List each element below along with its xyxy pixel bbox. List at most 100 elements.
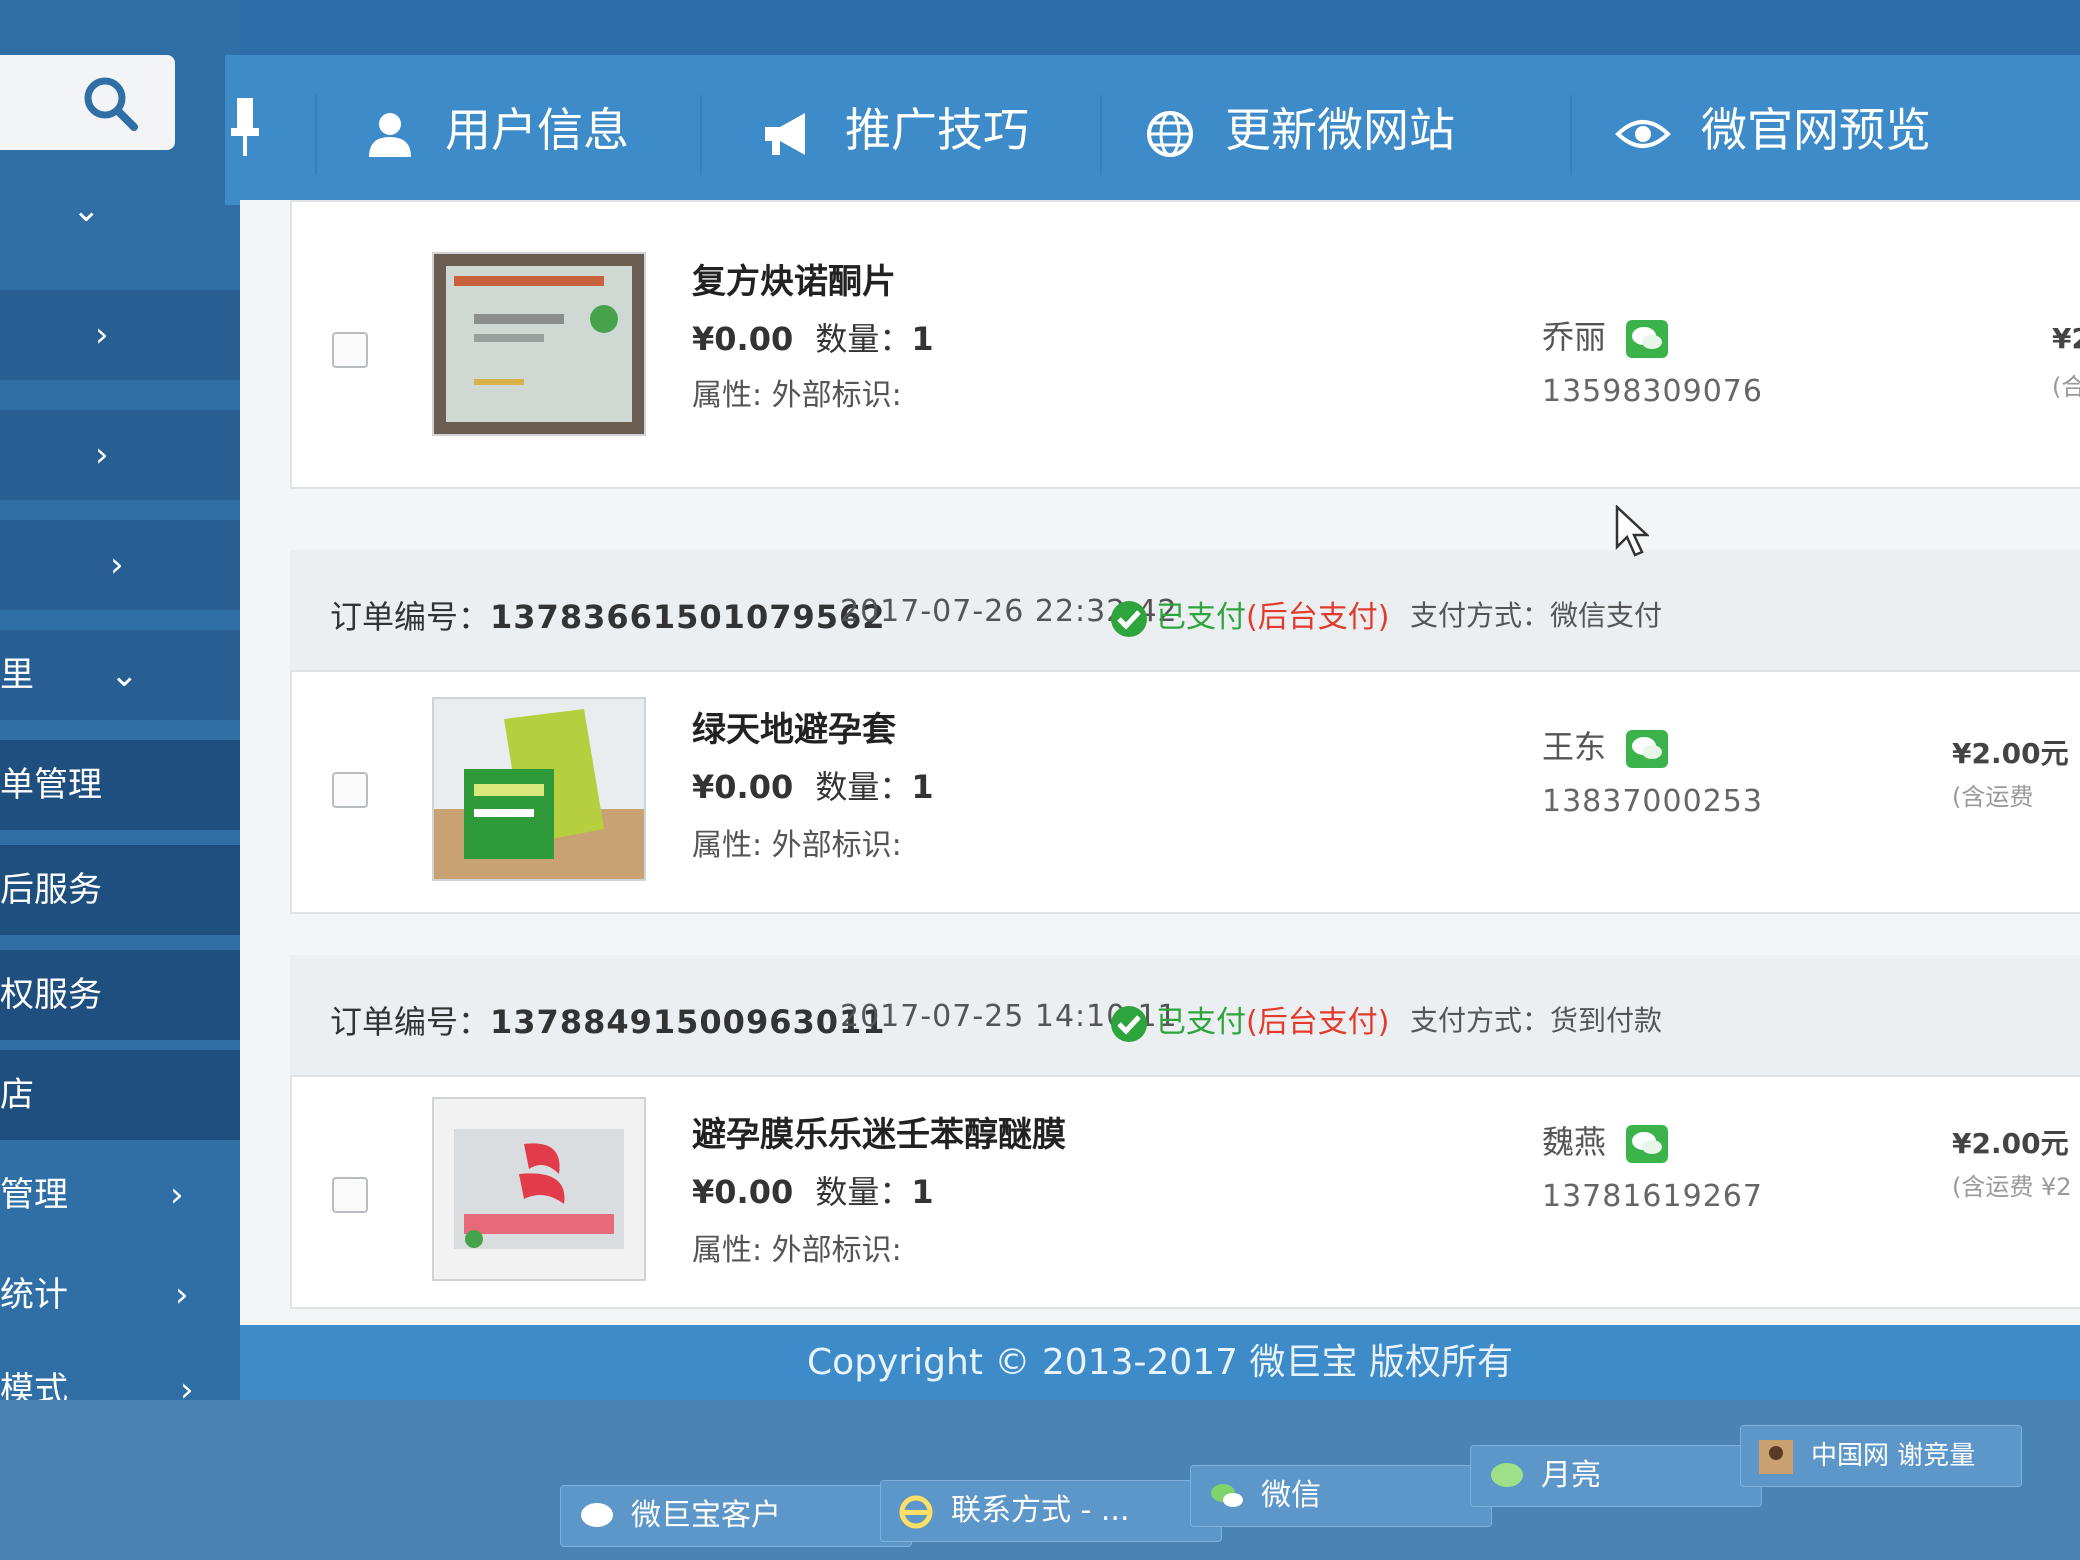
sidebar-item-10[interactable]: 统计 ›: [0, 1250, 240, 1340]
taskbar-item-contact[interactable]: 联系方式 - ...: [880, 1480, 1222, 1542]
pay-method: 支付方式：微信支付: [1410, 599, 1663, 632]
order-id-value: 13783661501079562: [490, 598, 886, 636]
sidebar-item-label: 后服务: [0, 870, 102, 910]
status-paid: 已支付: [1156, 600, 1246, 635]
product-price-qty: ¥0.00 数量：1: [692, 1167, 934, 1213]
taskbar: 微巨宝客户 联系方式 - ... 微信 月亮 中国网 谢竞量: [0, 1400, 2080, 1560]
order-item-row: 复方炔诺酮片 ¥0.00 数量：1 属性: 外部标识: 乔丽 135983090…: [290, 200, 2080, 489]
product-attributes: 属性: 外部标识:: [692, 828, 902, 863]
order-amount-note: (合: [2052, 373, 2080, 401]
order-checkbox[interactable]: [332, 1177, 368, 1213]
wechat-icon[interactable]: [1626, 320, 1669, 358]
sidebar-item-2[interactable]: ›: [0, 410, 240, 500]
order-amount: ¥2: [2052, 322, 2080, 355]
chat-bubble-icon: [581, 1503, 613, 1527]
product-image-icon: [434, 699, 644, 879]
megaphone-icon: [765, 112, 805, 155]
product-thumbnail[interactable]: [432, 252, 646, 436]
product-price: ¥0.00: [692, 320, 794, 358]
pin-icon[interactable]: [225, 93, 265, 163]
sidebar-item-6[interactable]: 后服务: [0, 845, 240, 935]
order-amount-note: (含运费 ¥2: [1952, 1173, 2072, 1201]
product-thumbnail[interactable]: [432, 697, 646, 881]
mouse-cursor-icon: [1615, 505, 1649, 557]
order-header: 订单编号：13783661501079562 2017-07-26 22:32:…: [290, 550, 2080, 670]
sidebar-item-9[interactable]: 管理 ›: [0, 1150, 240, 1240]
product-attributes: 属性: 外部标识:: [692, 378, 902, 413]
order-item-row: 绿天地避孕套 ¥0.00 数量：1 属性: 外部标识: 王东 138370002…: [290, 670, 2080, 914]
buyer-name-wrap: 王东: [1542, 722, 1669, 768]
order-amount: ¥2.00元: [1952, 737, 2069, 770]
search-button[interactable]: [0, 55, 175, 150]
product-qty: 1: [911, 320, 934, 358]
chat-bubble-icon: [1491, 1463, 1523, 1487]
taskbar-label: 微巨宝客户: [631, 1498, 781, 1533]
qty-label: 数量：: [815, 320, 912, 358]
nav-label: 更新微网站: [1225, 103, 1455, 157]
sidebar-item-7[interactable]: 权服务: [0, 950, 240, 1040]
chevron-right-icon: ›: [110, 545, 124, 585]
taskbar-label: 月亮: [1541, 1458, 1601, 1493]
nav-user-info[interactable]: 用户信息: [365, 95, 629, 165]
order-header: 订单编号：13788491500963011 2017-07-25 14:10:…: [290, 955, 2080, 1075]
sidebar-item-4[interactable]: 里 ⌄: [0, 630, 240, 720]
product-name[interactable]: 复方炔诺酮片: [692, 254, 896, 303]
copyright-footer: Copyright © 2013-2017 微巨宝 版权所有: [240, 1325, 2080, 1400]
nav-update-site[interactable]: 更新微网站: [1145, 95, 1455, 165]
sidebar-item-label: 权服务: [0, 975, 102, 1015]
taskbar-item-contact-2[interactable]: 中国网 谢竞量: [1740, 1425, 2022, 1487]
nav-label: 用户信息: [445, 103, 629, 157]
qty-label: 数量：: [815, 768, 912, 806]
sidebar-item-label: 店: [0, 1075, 34, 1115]
chevron-right-icon: ›: [175, 1275, 189, 1315]
product-thumbnail[interactable]: [432, 1097, 646, 1281]
sidebar-item-5[interactable]: 单管理: [0, 740, 240, 830]
sidebar-item-label: 单管理: [0, 765, 102, 805]
product-name[interactable]: 绿天地避孕套: [692, 702, 896, 751]
order-id[interactable]: 订单编号：13783661501079562: [330, 592, 886, 638]
taskbar-item-moon[interactable]: 月亮: [1470, 1445, 1762, 1507]
status-paid: 已支付: [1156, 1005, 1246, 1040]
taskbar-item-weijubao[interactable]: 微巨宝客户: [560, 1485, 912, 1547]
buyer-phone: 13781619267: [1542, 1179, 1763, 1214]
wechat-icon[interactable]: [1626, 1125, 1669, 1163]
search-icon: [84, 77, 138, 131]
sidebar-item-label: 管理: [0, 1175, 68, 1215]
buyer-name: 乔丽: [1542, 318, 1607, 356]
product-price: ¥0.00: [692, 1173, 794, 1211]
ie-browser-icon: [899, 1495, 933, 1529]
pay-method: 支付方式：货到付款: [1410, 1004, 1663, 1037]
nav-divider: [1570, 95, 1572, 175]
taskbar-item-wechat[interactable]: 微信: [1190, 1465, 1492, 1527]
chevron-down-icon: ⌄: [110, 655, 139, 695]
sidebar-item-0[interactable]: ⌄: [0, 165, 240, 255]
chevron-down-icon: ⌄: [72, 190, 101, 230]
buyer-phone: 13837000253: [1542, 784, 1763, 819]
taskbar-label: 中国网 谢竞量: [1811, 1441, 1976, 1471]
product-price: ¥0.00: [692, 768, 794, 806]
order-checkbox[interactable]: [332, 332, 368, 368]
status-note: (后台支付): [1246, 1005, 1390, 1040]
order-id-value: 13788491500963011: [490, 1003, 886, 1041]
order-id[interactable]: 订单编号：13788491500963011: [330, 997, 886, 1043]
order-checkbox[interactable]: [332, 772, 368, 808]
sidebar-item-8[interactable]: 店: [0, 1050, 240, 1140]
nav-promo-tips[interactable]: 推广技巧: [760, 95, 1029, 165]
sidebar-item-3[interactable]: ›: [0, 520, 240, 610]
eye-icon: [1615, 119, 1671, 148]
buyer-name: 王东: [1542, 728, 1607, 766]
sidebar: ⌄ › › › 里 ⌄ 单管理 后服务 权服务 店 管理 › 统计 › 模式 ›: [0, 0, 240, 1440]
nav-divider: [315, 95, 317, 175]
sidebar-item-1[interactable]: ›: [0, 290, 240, 380]
wechat-icon[interactable]: [1626, 730, 1669, 768]
product-name[interactable]: 避孕膜乐乐迷壬苯醇醚膜: [692, 1107, 1066, 1156]
product-price-qty: ¥0.00 数量：1: [692, 762, 934, 808]
product-attributes: 属性: 外部标识:: [692, 1233, 902, 1268]
avatar-icon: [1759, 1440, 1793, 1474]
order-amount-note: (含运费: [1952, 783, 2034, 811]
globe-icon: [1147, 110, 1193, 157]
chevron-right-icon: ›: [95, 315, 109, 355]
nav-site-preview[interactable]: 微官网预览: [1615, 95, 1931, 165]
buyer-name-wrap: 魏燕: [1542, 1117, 1669, 1163]
taskbar-label: 联系方式 - ...: [951, 1493, 1130, 1528]
